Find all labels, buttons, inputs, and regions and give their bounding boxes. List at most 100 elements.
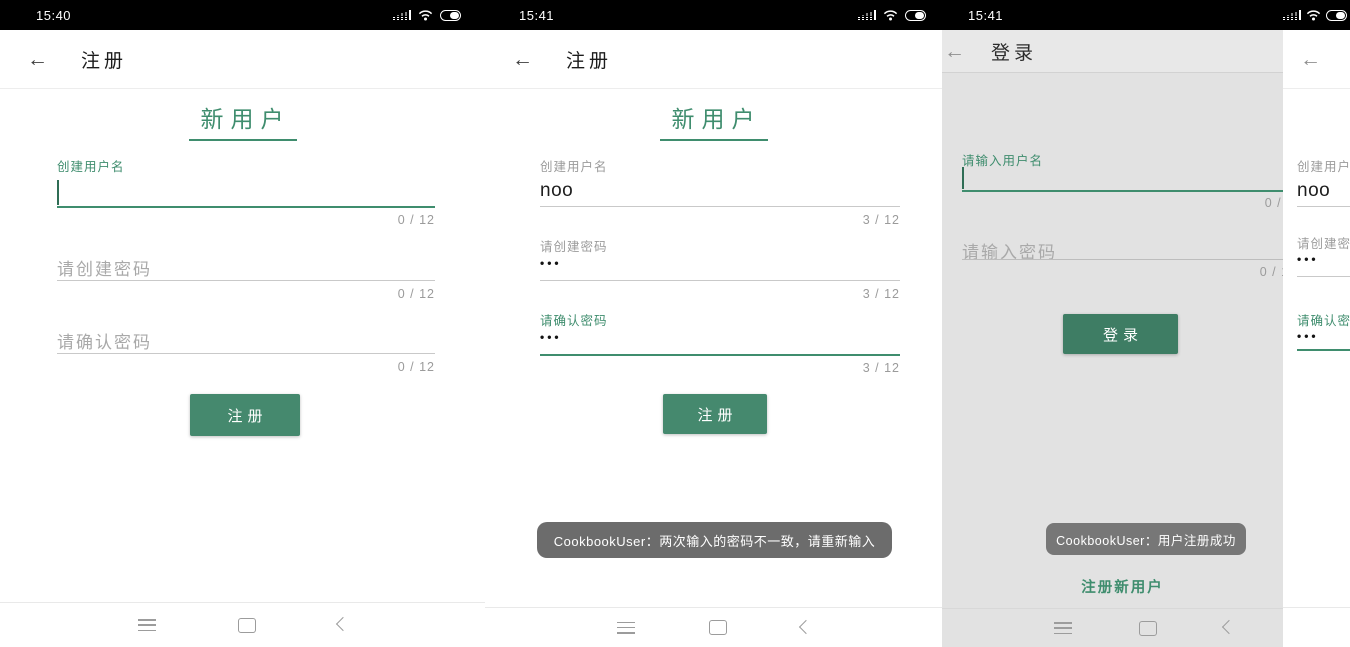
confirm-password-counter: 3 / 12: [862, 361, 900, 375]
wifi-icon: [418, 9, 433, 21]
status-time: 15:41: [968, 7, 1004, 23]
password-label: 请创建密码: [540, 240, 608, 254]
username-label: 请输入用户名: [962, 154, 1044, 168]
confirm-password-value: •••: [1297, 329, 1319, 343]
password-label: 请创建密码: [1297, 237, 1350, 251]
app-bar: ←: [1283, 30, 1350, 89]
nav-home-icon[interactable]: [237, 617, 256, 633]
battery-icon: [440, 9, 461, 21]
back-arrow-icon[interactable]: ←: [512, 49, 533, 70]
confirm-password-field[interactable]: 请确认密码 0 / 12: [57, 303, 435, 375]
username-label: 创建用户名: [540, 160, 608, 174]
signal-icon: [858, 10, 876, 20]
nav-home-icon[interactable]: [708, 620, 727, 635]
app-bar: ← 注册: [485, 30, 942, 89]
page-title: 注册: [566, 50, 613, 72]
toast-message: CookbookUser：两次输入的密码不一致，请重新输入: [537, 522, 892, 558]
confirm-password-counter: 0 / 12: [397, 360, 435, 374]
nav-home-icon[interactable]: [1139, 620, 1157, 636]
username-value: noo: [1297, 180, 1331, 201]
app-bar: ← 注册: [0, 30, 485, 89]
nav-menu-icon[interactable]: [616, 621, 635, 634]
text-cursor: [962, 167, 964, 189]
username-field[interactable]: 创建用户名 noo: [1297, 156, 1350, 228]
username-field[interactable]: 创建用户名 0 / 12: [57, 156, 435, 228]
username-underline: [540, 206, 900, 207]
password-field[interactable]: 请输入密码 0 / 12: [962, 238, 1283, 310]
screen-register-empty: 15:40 ← 注册 新用户 创建用户名 0 / 12 请创建密码 0 / 12…: [0, 0, 485, 647]
username-label: 创建用户名: [57, 160, 125, 174]
password-field[interactable]: 请创建密码 ••• 3 / 12: [540, 236, 900, 308]
nav-back-icon[interactable]: [335, 616, 350, 632]
username-field[interactable]: 创建用户名 noo 3 / 12: [540, 156, 900, 228]
new-user-heading: 新用户: [485, 100, 942, 141]
back-arrow-icon[interactable]: ←: [1300, 49, 1321, 70]
wifi-icon: [883, 9, 898, 21]
new-user-heading-text: 新用户: [188, 100, 297, 141]
register-button[interactable]: 注册: [663, 394, 767, 434]
nav-back-icon[interactable]: [798, 619, 813, 634]
password-placeholder: 请创建密码: [57, 260, 152, 279]
password-value: •••: [540, 256, 562, 270]
username-counter: 0 / 12: [397, 213, 435, 227]
status-time: 15:40: [36, 7, 72, 23]
confirm-password-underline: [540, 354, 900, 356]
confirm-password-label: 请确认密码: [540, 314, 608, 328]
battery-icon: [905, 9, 926, 21]
signal-icon: [393, 10, 411, 20]
username-underline: [1297, 206, 1350, 207]
signal-icon: [1283, 10, 1301, 20]
battery-icon: [1326, 9, 1347, 21]
status-icons: [1283, 9, 1347, 21]
confirm-password-placeholder: 请确认密码: [57, 333, 152, 352]
nav-menu-icon[interactable]: [137, 619, 156, 631]
screen-register-partial: ← 创建用户名 noo 请创建密码 ••• 请确认密码 •••: [1283, 0, 1350, 647]
password-underline: [1297, 276, 1350, 277]
app-bar: ← 登录: [942, 30, 1283, 73]
username-underline: [57, 206, 435, 208]
toast-message: CookbookUser：用户注册成功: [1046, 523, 1246, 555]
screen-login: 15:41 ← 登录 请输入用户名 0 / 12 请输入密码 0 / 12 登录…: [942, 0, 1283, 647]
nav-back-icon[interactable]: [1221, 619, 1237, 635]
register-button[interactable]: 注册: [190, 394, 300, 436]
password-counter: 3 / 12: [862, 287, 900, 301]
confirm-password-label: 请确认密码: [1297, 314, 1350, 328]
confirm-password-field[interactable]: 请确认密码 ••• 3 / 12: [540, 310, 900, 382]
username-label: 创建用户名: [1297, 160, 1350, 174]
status-bar: [1283, 0, 1350, 30]
username-value: noo: [540, 180, 574, 201]
confirm-password-value: •••: [540, 330, 562, 344]
status-icons: [858, 9, 926, 21]
screen-register-filled: 15:41 ← 注册 新用户 创建用户名 noo 3 / 12 请创建密码 ••…: [485, 0, 942, 647]
password-counter: 0 / 12: [1259, 265, 1283, 279]
username-counter: 3 / 12: [862, 213, 900, 227]
status-time: 15:41: [519, 7, 555, 23]
new-user-heading-text: 新用户: [659, 100, 768, 141]
nav-bar: [1283, 607, 1350, 647]
confirm-password-underline: [1297, 349, 1350, 351]
wifi-icon: [1306, 9, 1321, 21]
status-bar: 15:41: [485, 0, 942, 30]
username-underline: [962, 190, 1283, 192]
register-new-user-link[interactable]: 注册新用户: [962, 576, 1283, 597]
password-underline: [962, 259, 1283, 260]
password-underline: [57, 280, 435, 281]
status-icons: [393, 9, 461, 21]
nav-menu-icon[interactable]: [1054, 622, 1072, 634]
username-field[interactable]: 请输入用户名 0 / 12: [962, 150, 1283, 222]
nav-bar: [485, 607, 942, 647]
confirm-password-underline: [57, 353, 435, 354]
password-underline: [540, 280, 900, 281]
back-arrow-icon[interactable]: ←: [27, 49, 48, 70]
status-bar: 15:40: [0, 0, 485, 30]
nav-bar: [942, 608, 1283, 647]
text-cursor: [57, 180, 59, 205]
back-arrow-icon[interactable]: ←: [944, 41, 965, 62]
username-counter: 0 / 12: [1264, 196, 1283, 210]
password-counter: 0 / 12: [397, 287, 435, 301]
password-field[interactable]: 请创建密码 •••: [1297, 233, 1350, 305]
confirm-password-field[interactable]: 请确认密码 •••: [1297, 310, 1350, 382]
page-title: 注册: [81, 50, 128, 72]
password-field[interactable]: 请创建密码 0 / 12: [57, 230, 435, 302]
login-button[interactable]: 登录: [1063, 314, 1178, 354]
